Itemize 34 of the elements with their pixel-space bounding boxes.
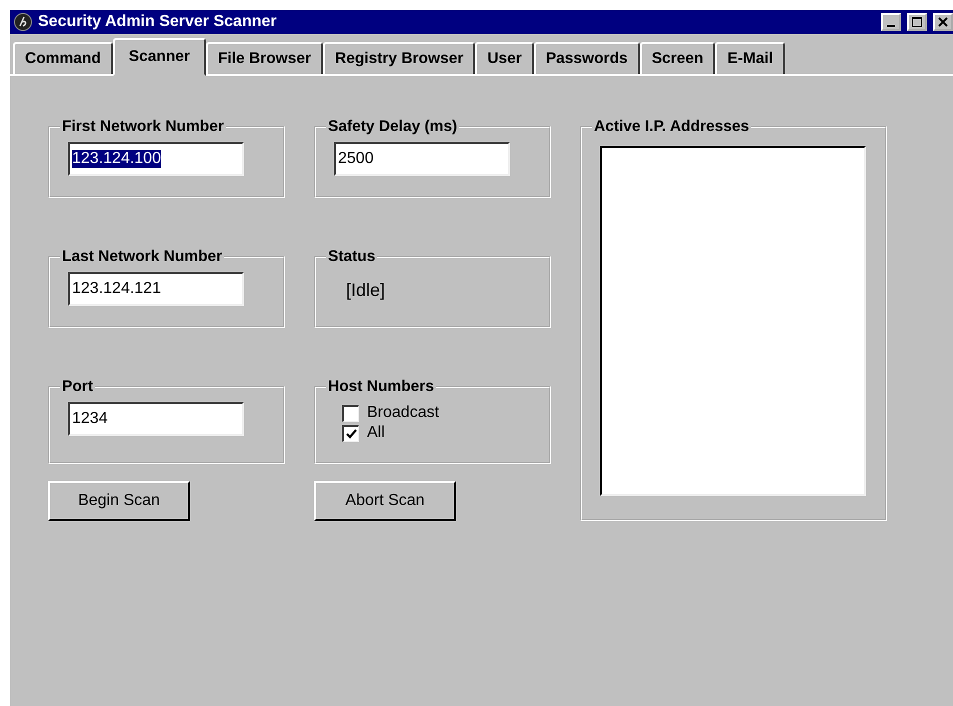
group-label: Active I.P. Addresses xyxy=(593,118,750,136)
tab[interactable]: Command xyxy=(13,42,113,74)
close-button[interactable] xyxy=(933,13,953,31)
app-logo-icon xyxy=(14,13,32,31)
maximize-icon xyxy=(912,17,922,27)
checkbox[interactable] xyxy=(342,404,359,422)
group-label: Status xyxy=(327,248,376,266)
group-label: Host Numbers xyxy=(327,378,435,396)
group-label: Last Network Number xyxy=(61,248,224,266)
scan-button[interactable]: Begin Scan xyxy=(48,481,190,521)
input-field[interactable]: 123.124.121 xyxy=(68,272,244,306)
close-icon xyxy=(938,17,948,27)
tab[interactable]: Screen xyxy=(640,42,716,74)
tab[interactable]: File Browser xyxy=(206,42,323,74)
window-title: Security Admin Server Scanner xyxy=(38,13,278,31)
checkbox[interactable] xyxy=(342,424,359,442)
tab[interactable]: Scanner xyxy=(112,38,206,76)
status-text: [Idle] xyxy=(346,280,386,301)
input-field[interactable]: 2500 xyxy=(334,142,510,176)
maximize-button[interactable] xyxy=(907,13,927,31)
group-label: First Network Number xyxy=(61,118,225,136)
group-label: Safety Delay (ms) xyxy=(327,118,458,136)
checkbox-label: All xyxy=(367,424,385,442)
minimize-icon xyxy=(887,25,895,27)
tab[interactable]: User xyxy=(475,42,534,74)
tab[interactable]: E-Mail xyxy=(715,42,786,74)
scan-button[interactable]: Abort Scan xyxy=(314,481,456,521)
input-field[interactable]: 1234 xyxy=(68,402,244,436)
tab[interactable]: Passwords xyxy=(534,42,640,74)
group-label: Port xyxy=(61,378,94,396)
tab[interactable]: Registry Browser xyxy=(323,42,476,74)
input-field[interactable]: 123.124.100 xyxy=(68,142,244,176)
checkbox-label: Broadcast xyxy=(367,404,440,422)
minimize-button[interactable] xyxy=(881,13,901,31)
